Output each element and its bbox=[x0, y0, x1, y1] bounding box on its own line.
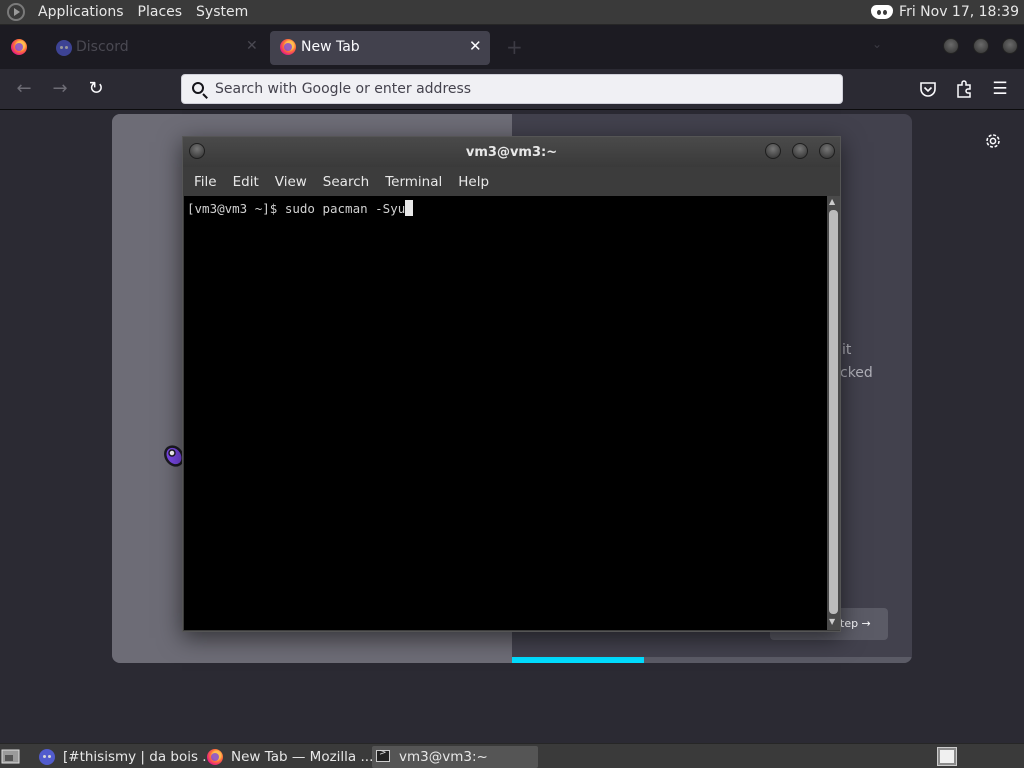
tab-discord[interactable]: Discord ✕ bbox=[42, 31, 270, 65]
new-tab-button[interactable]: + bbox=[506, 35, 523, 59]
gear-icon[interactable] bbox=[983, 131, 1003, 151]
firefox-icon bbox=[207, 749, 223, 765]
reload-button[interactable]: ↻ bbox=[84, 77, 108, 101]
firefox-icon bbox=[280, 39, 296, 55]
terminal-titlebar[interactable]: vm3@vm3:~ bbox=[183, 137, 840, 167]
scroll-down-arrow-icon[interactable]: ▼ bbox=[829, 617, 835, 626]
discord-tray-icon[interactable] bbox=[871, 3, 894, 21]
scroll-up-arrow-icon[interactable]: ▲ bbox=[829, 197, 835, 206]
discord-tray-eye-left bbox=[877, 10, 882, 15]
app-menu-button[interactable]: ☰ bbox=[988, 77, 1012, 101]
onboarding-progress-track bbox=[512, 657, 912, 663]
terminal-menu-file[interactable]: File bbox=[186, 174, 225, 190]
terminal-title: vm3@vm3:~ bbox=[465, 145, 558, 160]
pocket-icon[interactable] bbox=[918, 79, 938, 99]
terminal-menu-edit[interactable]: Edit bbox=[225, 174, 267, 190]
next-step-label: tep → bbox=[840, 617, 871, 630]
taskbar-item-label: [#thisismy | da bois ... bbox=[63, 749, 216, 765]
terminal-menubar: File Edit View Search Terminal Help bbox=[183, 167, 840, 196]
terminal-menu-terminal[interactable]: Terminal bbox=[377, 174, 450, 190]
terminal-scrollbar-thumb[interactable] bbox=[829, 210, 838, 614]
terminal-menu-search[interactable]: Search bbox=[315, 174, 377, 190]
browser-tab-strip: Discord ✕ New Tab ✕ + ⌄ bbox=[0, 25, 1024, 69]
menu-system[interactable]: System bbox=[189, 4, 255, 20]
extensions-puzzle-icon[interactable] bbox=[954, 79, 974, 99]
taskbar-item-label: vm3@vm3:~ bbox=[399, 749, 488, 765]
browser-nav-bar: ← → ↻ ☰ bbox=[0, 69, 1024, 110]
url-input[interactable] bbox=[215, 79, 815, 99]
taskbar-item-label: New Tab — Mozilla ... bbox=[231, 749, 374, 765]
distro-logo-icon[interactable] bbox=[7, 3, 25, 21]
menu-applications[interactable]: Applications bbox=[31, 4, 131, 20]
url-bar[interactable] bbox=[181, 74, 843, 104]
show-desktop-icon[interactable] bbox=[0, 747, 22, 766]
panel-clock[interactable]: Fri Nov 17, 18:39 bbox=[899, 4, 1024, 20]
discord-icon bbox=[39, 749, 55, 765]
onboarding-text-fragment: cked bbox=[840, 365, 873, 381]
terminal-icon bbox=[376, 748, 390, 762]
terminal-menu-help[interactable]: Help bbox=[450, 174, 497, 190]
tab-close-icon[interactable]: ✕ bbox=[469, 37, 482, 55]
workspace-switcher[interactable] bbox=[937, 747, 957, 766]
terminal-screen[interactable]: [vm3@vm3 ~]$ sudo pacman -Syu bbox=[184, 196, 827, 630]
terminal-menu-view[interactable]: View bbox=[267, 174, 315, 190]
terminal-window[interactable]: vm3@vm3:~ File Edit View Search Terminal… bbox=[182, 136, 841, 632]
taskbar-item-firefox[interactable]: New Tab — Mozilla ... bbox=[202, 746, 374, 768]
discord-icon bbox=[56, 40, 72, 56]
tab-new-tab[interactable]: New Tab ✕ bbox=[270, 31, 490, 65]
top-panel: Applications Places System Fri Nov 17, 1… bbox=[0, 0, 1024, 25]
tab-title: Discord bbox=[76, 39, 129, 55]
window-minimize-button[interactable] bbox=[943, 38, 959, 54]
taskbar-item-discord[interactable]: [#thisismy | da bois ... bbox=[35, 746, 215, 768]
window-close-button[interactable] bbox=[1002, 38, 1018, 54]
terminal-maximize-button[interactable] bbox=[792, 143, 808, 159]
discord-tray-body bbox=[871, 5, 894, 19]
terminal-minimize-button[interactable] bbox=[765, 143, 781, 159]
taskbar-item-terminal[interactable]: vm3@vm3:~ bbox=[372, 746, 538, 768]
search-icon bbox=[192, 82, 204, 94]
window-maximize-button[interactable] bbox=[973, 38, 989, 54]
forward-button[interactable]: → bbox=[48, 77, 72, 101]
back-button[interactable]: ← bbox=[12, 77, 36, 101]
terminal-close-button[interactable] bbox=[819, 143, 835, 159]
list-all-tabs-button[interactable]: ⌄ bbox=[872, 37, 882, 51]
onboarding-progress-fill bbox=[512, 657, 644, 663]
terminal-cursor bbox=[405, 200, 414, 216]
tab-title: New Tab bbox=[301, 39, 360, 55]
terminal-scrollbar[interactable]: ▲ ▼ bbox=[827, 196, 840, 630]
tab-close-icon[interactable]: ✕ bbox=[246, 38, 258, 54]
discord-tray-eye-right bbox=[883, 10, 888, 15]
terminal-prompt-line: [vm3@vm3 ~]$ sudo pacman -Syu bbox=[187, 200, 414, 216]
onboarding-text-fragment: it bbox=[842, 342, 852, 358]
bottom-panel: [#thisismy | da bois ... New Tab — Mozil… bbox=[0, 743, 1024, 768]
menu-places[interactable]: Places bbox=[131, 4, 190, 20]
terminal-command-text: [vm3@vm3 ~]$ sudo pacman -Syu bbox=[187, 201, 406, 216]
firefox-view-icon[interactable] bbox=[11, 39, 27, 55]
